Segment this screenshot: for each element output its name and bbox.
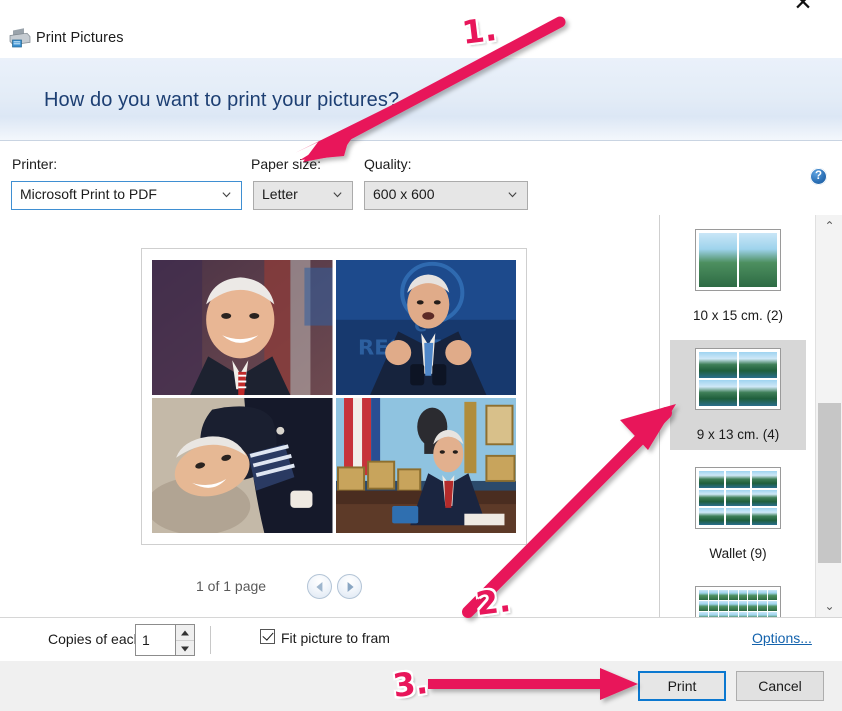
layout-item-9x13[interactable]: 9 x 13 cm. (4) (670, 340, 806, 450)
print-pictures-dialog: Print Pictures ✕ How do you want to prin… (0, 0, 842, 711)
chevron-down-icon (333, 192, 342, 198)
paper-size-select[interactable]: Letter (253, 181, 353, 210)
layout-thumbnail (695, 467, 781, 529)
scroll-up-icon[interactable]: ⌃ (816, 215, 842, 237)
print-preview-pane: RES EC C (0, 215, 660, 617)
chevron-down-icon (222, 192, 231, 198)
preview-photo-1 (152, 260, 333, 395)
cancel-button[interactable]: Cancel (736, 671, 824, 701)
caret-right-icon (347, 581, 354, 592)
thumb-cell (725, 471, 751, 488)
scroll-down-icon[interactable]: ⌄ (816, 595, 842, 617)
layout-caption: Wallet (9) (709, 546, 767, 561)
page-title: How do you want to print your pictures? (44, 89, 400, 111)
thumb-cell (739, 233, 777, 287)
stepper-decrement[interactable] (176, 641, 194, 656)
page-status: 1 of 1 page (196, 578, 267, 594)
thumb-cell (739, 352, 777, 378)
thumb-cell (725, 508, 751, 525)
preview-photo-4 (335, 398, 516, 533)
window-title: Print Pictures (36, 30, 124, 46)
close-icon[interactable]: ✕ (780, 0, 826, 20)
quality-value: 600 x 600 (373, 186, 435, 202)
thumb-cell (752, 508, 777, 525)
paper-size-label: Paper size: (251, 156, 322, 172)
preview-photo-grid: RES EC C (152, 260, 516, 533)
scrollbar-thumb[interactable] (818, 403, 841, 563)
help-icon[interactable]: ? (810, 168, 827, 185)
caret-down-icon (181, 646, 189, 651)
preview-photo-3 (152, 398, 333, 533)
caret-left-icon (315, 581, 322, 592)
annotation-number-1: 1. (459, 10, 499, 52)
options-link[interactable]: Options... (752, 630, 812, 646)
layout-list[interactable]: 10 x 15 cm. (2) 9 x 13 cm. (4) Wallet (9… (660, 215, 816, 617)
layout-thumbnail (695, 229, 781, 291)
thumb-cell (752, 471, 777, 488)
thumb-cell (699, 380, 737, 406)
paper-size-value: Letter (262, 186, 298, 202)
quality-label: Quality: (364, 156, 412, 172)
thumb-cell (699, 352, 737, 378)
quality-select[interactable]: 600 x 600 (364, 181, 528, 210)
preview-photo-2: RES EC C (335, 260, 516, 395)
stepper-increment[interactable] (176, 625, 194, 641)
next-page-button[interactable] (337, 574, 362, 599)
annotation-number-2: 2. (473, 581, 513, 623)
preview-page: RES EC C (141, 248, 527, 545)
thumb-cell (699, 489, 724, 507)
thumb-cell (699, 233, 737, 287)
fit-picture-label[interactable]: Fit picture to fram (281, 630, 390, 646)
printer-icon (9, 28, 31, 48)
layout-thumbnail (695, 586, 781, 617)
layout-caption: 9 x 13 cm. (4) (696, 427, 780, 442)
page-navigation: 1 of 1 page (0, 570, 659, 606)
options-divider (210, 626, 211, 654)
layout-item-contact-sheet[interactable] (670, 578, 806, 617)
fit-picture-checkbox[interactable] (260, 629, 275, 644)
copies-label: Copies of each (48, 631, 142, 647)
printer-label: Printer: (12, 156, 58, 172)
layout-thumbnail (695, 348, 781, 410)
thumb-cell (699, 508, 724, 525)
options-row: Copies of each Fit picture to fram Optio… (0, 617, 842, 663)
layout-item-10x15[interactable]: 10 x 15 cm. (2) (670, 221, 806, 331)
title-bar: Print Pictures ✕ (0, 0, 842, 58)
chevron-down-icon (508, 192, 517, 198)
stepper-buttons[interactable] (175, 624, 195, 656)
printer-value: Microsoft Print to PDF (20, 186, 157, 202)
printer-select[interactable]: Microsoft Print to PDF (11, 181, 242, 210)
thumb-cell (752, 489, 777, 507)
copies-stepper[interactable] (135, 624, 195, 656)
thumb-cell (725, 489, 751, 507)
thumb-cell (739, 380, 777, 406)
layout-list-scrollbar[interactable]: ⌃ ⌄ (815, 215, 842, 617)
annotation-number-3: 3. (390, 663, 430, 705)
thumb-cell (699, 471, 724, 488)
print-button[interactable]: Print (638, 671, 726, 701)
previous-page-button[interactable] (307, 574, 332, 599)
caret-up-icon (181, 630, 189, 635)
layout-caption: 10 x 15 cm. (2) (692, 308, 784, 323)
layout-item-wallet[interactable]: Wallet (9) (670, 459, 806, 569)
